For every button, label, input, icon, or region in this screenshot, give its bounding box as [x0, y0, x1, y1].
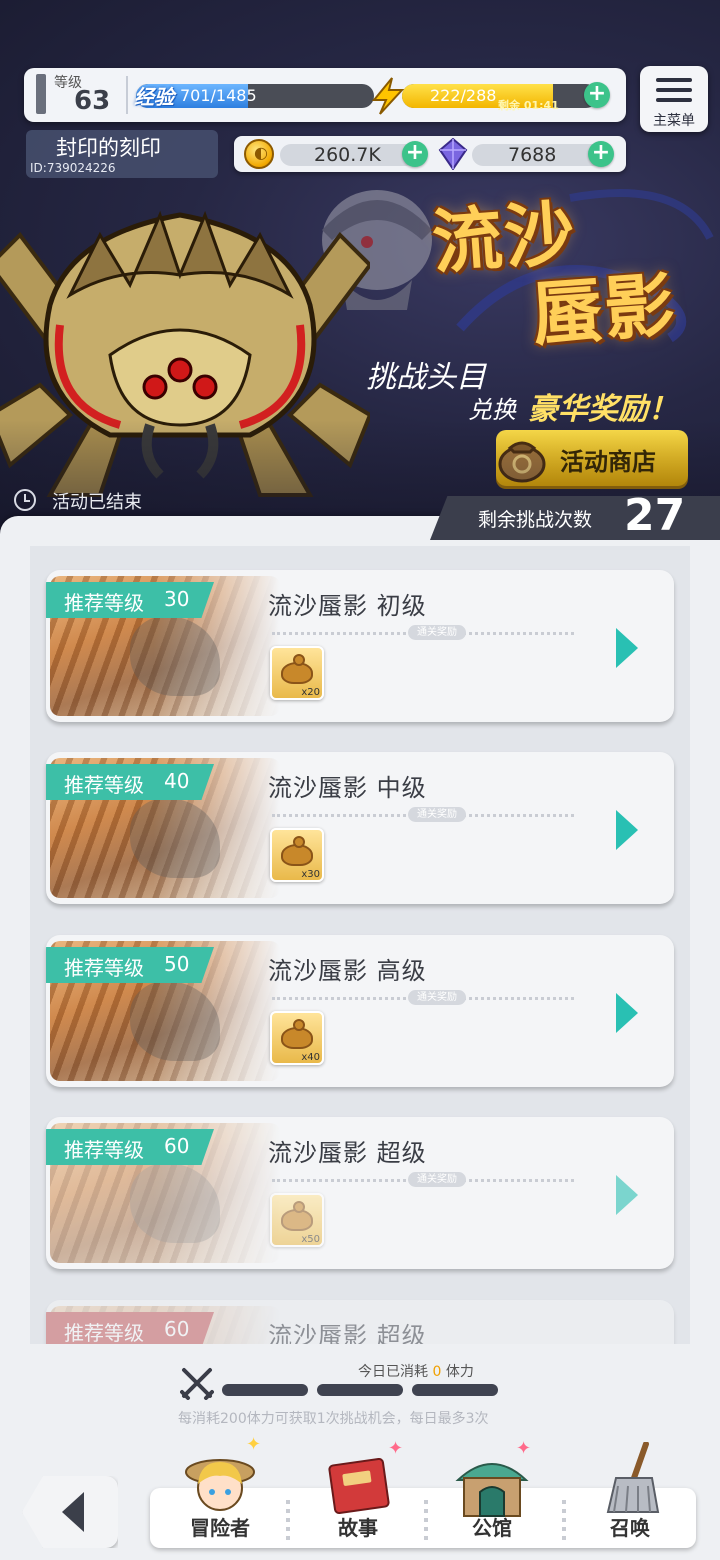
spider-boss-image — [0, 210, 370, 497]
clear-reward-tag: 通关奖励 — [408, 990, 466, 1005]
nav-mansion[interactable]: ✦ 公馆 — [432, 1438, 552, 1550]
crossed-swords-icon — [180, 1368, 214, 1400]
stage-title: 流沙蜃影 超级 — [268, 1322, 427, 1344]
daily-consumption-value: 0 — [432, 1364, 442, 1380]
exp-value: 701/1485 — [180, 86, 257, 105]
hamburger-icon — [656, 78, 692, 82]
stage-title: 流沙蜃影 初级 — [268, 592, 427, 620]
stage-card-super-2[interactable]: 推荐等级 60 流沙蜃影 超级 — [46, 1300, 674, 1344]
player-status-bar: 等级 63 经验 701/1485 222/288 剩余 01:41 + — [24, 68, 626, 122]
nav-summon[interactable]: 召唤 — [570, 1440, 690, 1550]
stage-title: 流沙蜃影 中级 — [268, 774, 427, 802]
add-gold-button[interactable]: + — [402, 141, 428, 167]
play-arrow-icon[interactable] — [616, 993, 638, 1033]
stage-card-advanced[interactable]: 推荐等级 50 流沙蜃影 高级 通关奖励 x40 — [46, 935, 674, 1087]
gold-coin-icon: ◐ — [244, 139, 274, 169]
clear-reward-tag: 通关奖励 — [408, 1172, 466, 1187]
challenge-progress-segment-3 — [412, 1384, 498, 1396]
lamp-reward-item[interactable]: x50 — [270, 1193, 324, 1247]
currency-bar: ◐ 260.7K + 7688 + — [234, 136, 626, 172]
level-value: 63 — [74, 86, 111, 116]
challenge-progress-segment-2 — [317, 1384, 403, 1396]
nav-story[interactable]: ✦ 故事 — [298, 1438, 418, 1550]
recommended-level-tag: 推荐等级 30 — [46, 582, 214, 618]
player-info[interactable]: 封印的刻印 ID:739024226 — [26, 130, 218, 178]
player-name: 封印的刻印 — [56, 136, 161, 160]
event-slogan-reward: 豪华奖励！ — [528, 392, 678, 427]
daily-consumption: 今日已消耗 0 体力 — [358, 1364, 474, 1380]
lamp-reward-item[interactable]: x20 — [270, 646, 324, 700]
magic-lamp-icon — [281, 654, 313, 684]
event-status-label: 活动已结束 — [52, 492, 142, 513]
story-book-icon — [328, 1458, 390, 1515]
add-stamina-button[interactable]: + — [584, 82, 610, 108]
remaining-challenges-label: 剩余挑战次数 — [478, 509, 593, 531]
nav-story-label: 故事 — [338, 1516, 378, 1540]
reward-count: x50 — [301, 1234, 320, 1245]
summon-mop-icon — [606, 1442, 660, 1513]
remaining-challenges: 剩余挑战次数 27 — [430, 496, 720, 540]
recommended-level-tag: 推荐等级 60 — [46, 1312, 214, 1344]
stage-list[interactable]: 推荐等级 30 流沙蜃影 初级 通关奖励 x20 推荐等级 40 流沙蜃影 中级… — [30, 546, 690, 1344]
stage-title: 流沙蜃影 超级 — [268, 1139, 427, 1167]
magic-lamp-icon — [281, 836, 313, 866]
magic-lamp-icon — [281, 1201, 313, 1231]
crystal-gem-icon — [438, 138, 468, 170]
lamp-reward-item[interactable]: x30 — [270, 828, 324, 882]
exp-label: 经验 — [134, 85, 174, 109]
main-menu-label: 主菜单 — [653, 113, 695, 129]
player-id: ID:739024226 — [30, 161, 116, 175]
reward-count: x20 — [301, 687, 320, 698]
nav-mansion-label: 公馆 — [472, 1516, 512, 1540]
clock-icon — [14, 489, 36, 511]
stage-card-super[interactable]: 推荐等级 60 流沙蜃影 超级 通关奖励 x50 — [46, 1117, 674, 1269]
add-gems-button[interactable]: + — [588, 141, 614, 167]
play-arrow-icon[interactable] — [616, 628, 638, 668]
clear-reward-tag: 通关奖励 — [408, 807, 466, 822]
magic-lamp-icon — [281, 1019, 313, 1049]
stamina-value: 222/288 — [430, 86, 497, 105]
stamina-timer: 剩余 01:41 — [498, 99, 559, 112]
stage-title: 流沙蜃影 高级 — [268, 957, 427, 985]
event-slogan-exchange: 兑换 — [468, 396, 516, 424]
clear-reward-tag: 通关奖励 — [408, 625, 466, 640]
stage-card-beginner[interactable]: 推荐等级 30 流沙蜃影 初级 通关奖励 x20 — [46, 570, 674, 722]
lamp-reward-item[interactable]: x40 — [270, 1011, 324, 1065]
remaining-challenges-value: 27 — [624, 490, 686, 541]
gems-value: 7688 — [508, 144, 557, 166]
reward-count: x40 — [301, 1052, 320, 1063]
challenge-rule-text: 每消耗200体力可获取1次挑战机会，每日最多3次 — [178, 1411, 489, 1427]
gold-value: 260.7K — [314, 144, 381, 166]
challenge-progress-segment-1 — [222, 1384, 308, 1396]
nav-adventurer[interactable]: ✦ 冒险者 — [160, 1434, 280, 1550]
event-shop-button[interactable]: 活动商店 — [496, 430, 688, 486]
recommended-level-tag: 推荐等级 40 — [46, 764, 214, 800]
main-menu-button[interactable]: 主菜单 — [640, 66, 708, 132]
stage-card-intermediate[interactable]: 推荐等级 40 流沙蜃影 中级 通关奖励 x30 — [46, 752, 674, 904]
recommended-level-tag: 推荐等级 50 — [46, 947, 214, 983]
play-arrow-icon[interactable] — [616, 1175, 638, 1215]
nav-summon-label: 召唤 — [610, 1516, 650, 1540]
nav-adventurer-label: 冒险者 — [190, 1516, 250, 1540]
event-title-line2: 蜃影 — [529, 263, 680, 356]
recommended-level-tag: 推荐等级 60 — [46, 1129, 214, 1165]
money-bag-icon — [498, 441, 546, 483]
reward-count: x30 — [301, 869, 320, 880]
event-shop-label: 活动商店 — [560, 448, 656, 476]
adventurer-avatar-icon — [185, 1459, 255, 1511]
play-arrow-icon[interactable] — [616, 810, 638, 850]
